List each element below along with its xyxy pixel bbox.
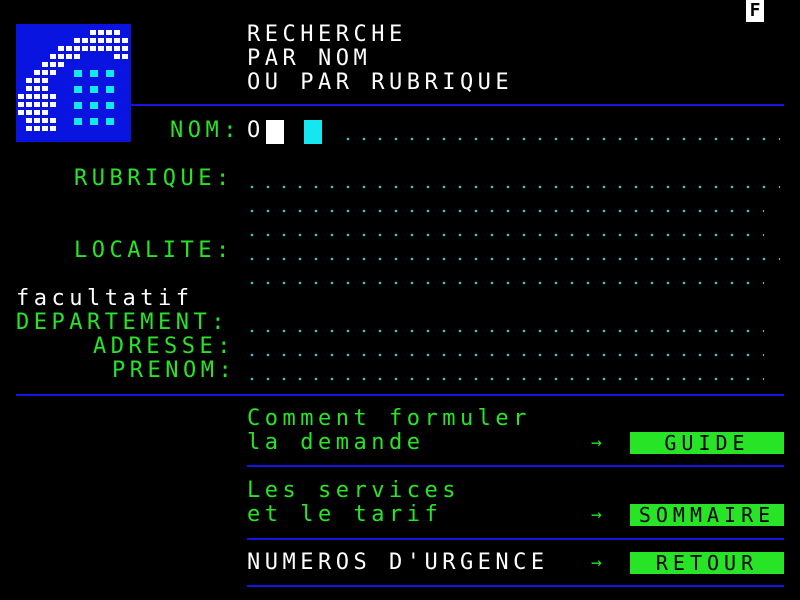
sommaire-text-line-2: et le tarif [247, 502, 443, 527]
adresse-label: ADRESSE: [93, 334, 235, 359]
nom-text-cursor [304, 120, 322, 144]
connection-flag: F [746, 0, 764, 22]
localite-input-dots-line-1[interactable] [244, 257, 780, 261]
localite-label: LOCALITE: [74, 238, 234, 263]
guide-text-line-2: la demande [247, 430, 425, 455]
sommaire-arrow-icon: → [591, 504, 607, 525]
urgence-arrow-icon: → [591, 552, 607, 573]
nom-cursor-block [266, 120, 284, 144]
prenom-label: PRENOM: [112, 358, 237, 383]
nom-label: NOM: [170, 118, 241, 143]
departement-label: DEPARTEMENT: [16, 310, 229, 335]
retour-button[interactable]: RETOUR [630, 552, 784, 574]
sommaire-button[interactable]: SOMMAIRE [630, 504, 784, 526]
header-separator [131, 104, 784, 106]
sommaire-text-line-1: Les services [247, 478, 460, 503]
sommaire-separator [247, 538, 784, 540]
nom-input-dots[interactable] [340, 137, 780, 141]
rubrique-input-dots-line-1[interactable] [244, 185, 780, 189]
rubrique-input-dots-line-2[interactable] [244, 209, 764, 213]
optional-section-label: facultatif [16, 286, 194, 311]
nom-field-value[interactable]: O [247, 119, 265, 143]
guide-separator [247, 465, 784, 467]
prenom-input-dots[interactable] [244, 377, 764, 381]
header-line-3: OU PAR RUBRIQUE [247, 70, 514, 95]
header-line-1: RECHERCHE [247, 22, 407, 47]
urgence-label: NUMEROS D'URGENCE [247, 550, 549, 575]
header-line-2: PAR NOM [247, 46, 372, 71]
adresse-input-dots[interactable] [244, 353, 764, 357]
guide-arrow-icon: → [591, 432, 607, 453]
form-separator [16, 394, 784, 396]
telephone-handset-logo-icon [16, 24, 131, 142]
bottom-separator [247, 585, 784, 587]
departement-input-dots[interactable] [244, 329, 764, 333]
guide-button[interactable]: GUIDE [630, 432, 784, 454]
rubrique-label: RUBRIQUE: [74, 166, 234, 191]
rubrique-input-dots-line-3[interactable] [244, 233, 764, 237]
localite-input-dots-line-2[interactable] [244, 281, 764, 285]
guide-text-line-1: Comment formuler [247, 406, 531, 431]
